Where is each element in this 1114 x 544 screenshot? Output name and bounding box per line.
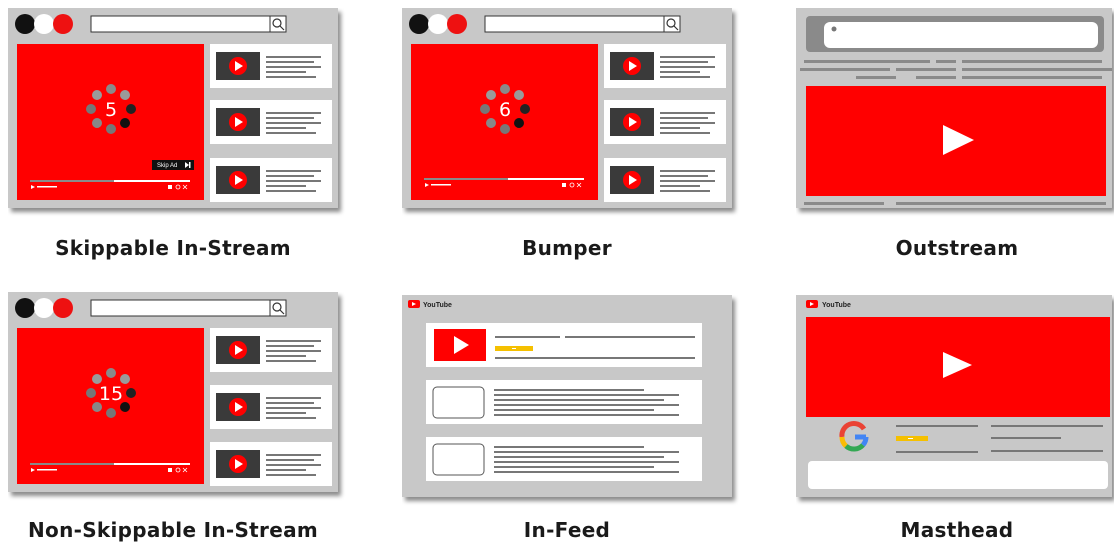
caption-infeed: In-Feed: [523, 518, 611, 542]
infeed-illustration: YouTube: [402, 295, 732, 497]
outstream-illustration: [796, 8, 1112, 208]
caption-masthead: Masthead: [900, 518, 1014, 542]
countdown-number: 5: [105, 99, 117, 121]
caption-nonskippable: Non-Skippable In-Stream: [27, 518, 318, 542]
caption-bumper: Bumper: [522, 236, 612, 260]
skip-ad-label: Skip Ad: [157, 163, 177, 169]
caption-skippable: Skippable In-Stream: [55, 236, 291, 260]
caption-outstream: Outstream: [895, 236, 1019, 260]
youtube-brand: YouTube: [423, 302, 452, 309]
video-player: [17, 44, 204, 200]
nonskippable-instream-illustration: 15: [8, 292, 338, 492]
youtube-brand: YouTube: [822, 302, 851, 309]
video-player: [17, 328, 204, 484]
countdown-number: 6: [499, 99, 511, 121]
bumper-illustration: 6: [402, 8, 732, 208]
video-player: [411, 44, 598, 200]
countdown-number: 15: [99, 383, 123, 405]
skippable-instream-illustration: 5 Skip Ad: [8, 8, 338, 208]
masthead-illustration: YouTube: [796, 295, 1112, 497]
